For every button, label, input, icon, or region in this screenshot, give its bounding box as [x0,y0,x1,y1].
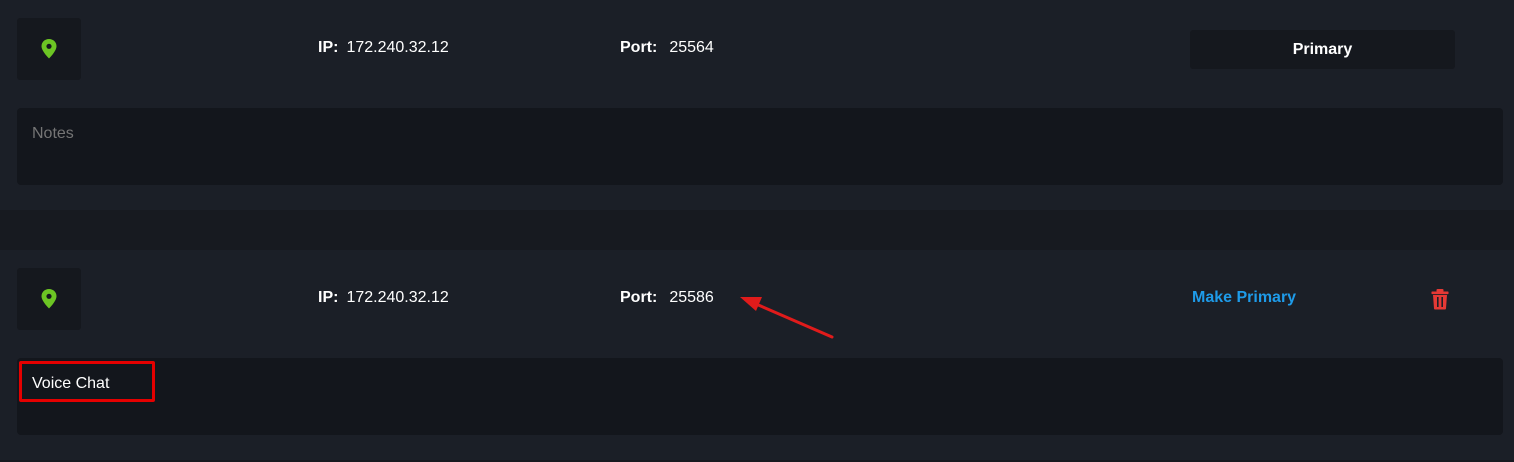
ip-value: 172.240.32.12 [346,39,449,56]
ip-field-2: IP: 172.240.32.12 [318,288,449,308]
primary-button[interactable]: Primary [1190,30,1455,69]
ip-value: 172.240.32.12 [346,289,449,306]
port-field-1: Port: 25564 [620,38,714,58]
server-card-2: IP: 172.240.32.12 Port: 25586 Make Primary… [0,250,1514,460]
make-primary-link[interactable]: Make Primary [1192,287,1296,309]
ip-label: IP: [318,289,339,306]
ip-field-1: IP: 172.240.32.12 [318,38,449,58]
port-value: 25586 [669,289,714,306]
server-card-1: IP: 172.240.32.12 Port: 25564 Primary [0,0,1514,210]
notes-field-1[interactable] [17,108,1503,185]
port-field-2: Port: 25586 [620,288,714,308]
notes-field-2[interactable]: Voice Chat [17,358,1503,435]
location-icon-box-2 [17,268,81,330]
trash-icon[interactable] [1430,288,1450,310]
port-value: 25564 [669,39,714,56]
map-pin-icon [41,289,57,309]
port-label: Port: [620,289,658,306]
ip-label: IP: [318,39,339,56]
map-pin-icon [41,39,57,59]
port-label: Port: [620,39,658,56]
card-separator [0,210,1514,250]
location-icon-box-1 [17,18,81,80]
